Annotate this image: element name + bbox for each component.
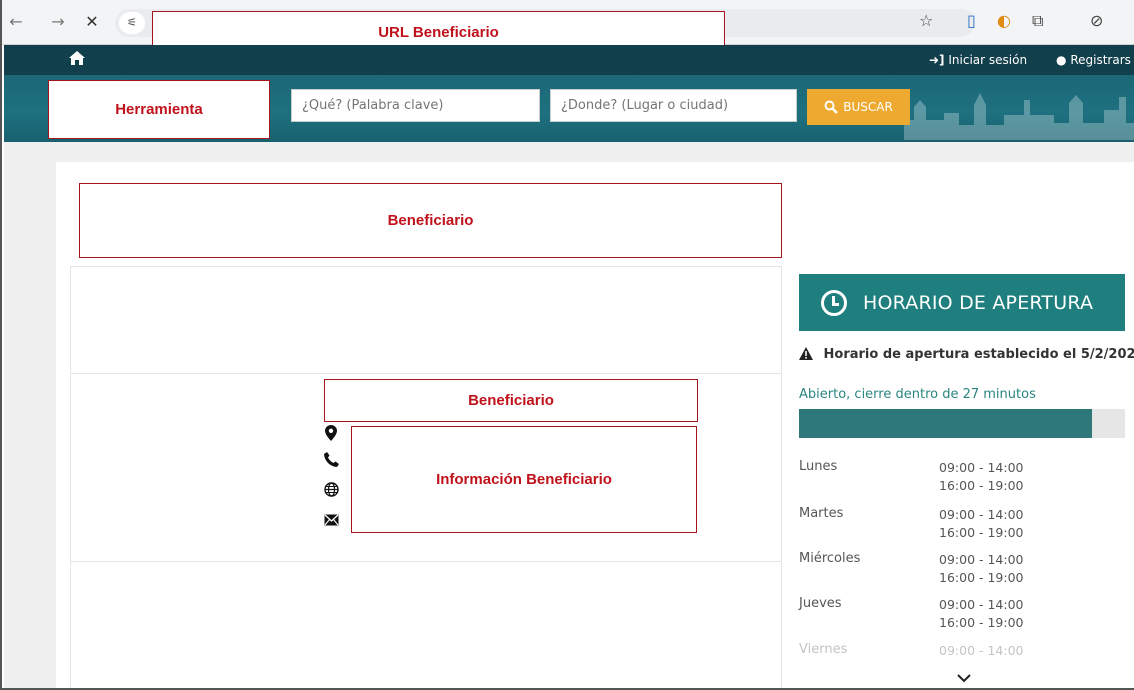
warning-icon — [799, 347, 813, 360]
page-band — [4, 142, 1134, 162]
day-hours: 09:00 - 14:00 16:00 - 19:00 — [939, 507, 1024, 540]
globe-icon — [322, 482, 340, 501]
extensions-puzzle-icon[interactable]: ⧉ — [1032, 11, 1043, 31]
stop-icon[interactable]: ✕ — [82, 12, 102, 31]
location-pin-icon — [322, 425, 340, 445]
divider — [70, 561, 782, 562]
browser-window: ← → ✕ ⚟ URL Beneficiario ☆ ▯ ◐ ⧉ ⊘ ➜] In… — [0, 0, 1134, 690]
search-where-input[interactable] — [550, 89, 797, 122]
login-link[interactable]: ➜] Iniciar sesión — [929, 53, 1027, 67]
clock-icon — [821, 289, 847, 316]
opening-hours-header: HORARIO DE APERTURA — [799, 274, 1125, 331]
day-label: Miércoles — [799, 551, 861, 566]
hours-notice: Horario de apertura establecido el 5/2/2… — [799, 347, 1134, 362]
info-redaction: Información Beneficiario — [351, 426, 697, 533]
day-label: Martes — [799, 506, 844, 521]
day-hours: 09:00 - 14:00 — [939, 643, 1024, 658]
tool-redaction: Herramienta — [48, 80, 270, 139]
day-label: Lunes — [799, 459, 838, 474]
closing-progress-bar — [799, 409, 1125, 438]
login-icon: ➜] — [929, 53, 945, 67]
extension-icon[interactable]: ▯ — [967, 11, 976, 30]
home-icon[interactable] — [68, 50, 86, 71]
back-icon[interactable]: ← — [6, 12, 26, 31]
user-icon: ● — [1056, 53, 1067, 67]
skyline-decoration — [904, 93, 1134, 140]
page-margin — [4, 142, 56, 688]
search-icon — [824, 100, 839, 114]
browser-toolbar: ← → ✕ ⚟ URL Beneficiario ☆ ▯ ◐ ⧉ ⊘ — [2, 0, 1134, 53]
top-bar: ➜] Iniciar sesión ● Registrars — [4, 45, 1134, 75]
chevron-down-icon[interactable] — [957, 668, 971, 687]
day-hours: 09:00 - 14:00 16:00 - 19:00 — [939, 460, 1024, 493]
extension-icon[interactable]: ◐ — [997, 11, 1011, 30]
site-info-icon[interactable]: ⚟ — [119, 12, 145, 34]
bookmark-star-icon[interactable]: ☆ — [919, 11, 933, 30]
envelope-icon — [322, 512, 340, 530]
divider — [70, 373, 782, 374]
day-hours: 09:00 - 14:00 16:00 - 19:00 — [939, 552, 1024, 585]
day-hours: 09:00 - 14:00 16:00 - 19:00 — [939, 597, 1024, 630]
register-link[interactable]: ● Registrars — [1056, 53, 1131, 67]
day-label: Jueves — [799, 596, 842, 611]
phone-icon — [322, 452, 340, 471]
progress-fill — [799, 409, 1093, 438]
title-redaction: Beneficiario — [79, 183, 782, 258]
name-redaction: Beneficiario — [324, 379, 698, 422]
open-status: Abierto, cierre dentro de 27 minutos — [799, 387, 1036, 402]
day-label: Viernes — [799, 642, 848, 657]
extension-icon[interactable]: ⊘ — [1090, 11, 1103, 30]
search-button[interactable]: BUSCAR — [807, 89, 910, 125]
forward-icon[interactable]: → — [48, 12, 68, 31]
search-what-input[interactable] — [291, 89, 540, 122]
